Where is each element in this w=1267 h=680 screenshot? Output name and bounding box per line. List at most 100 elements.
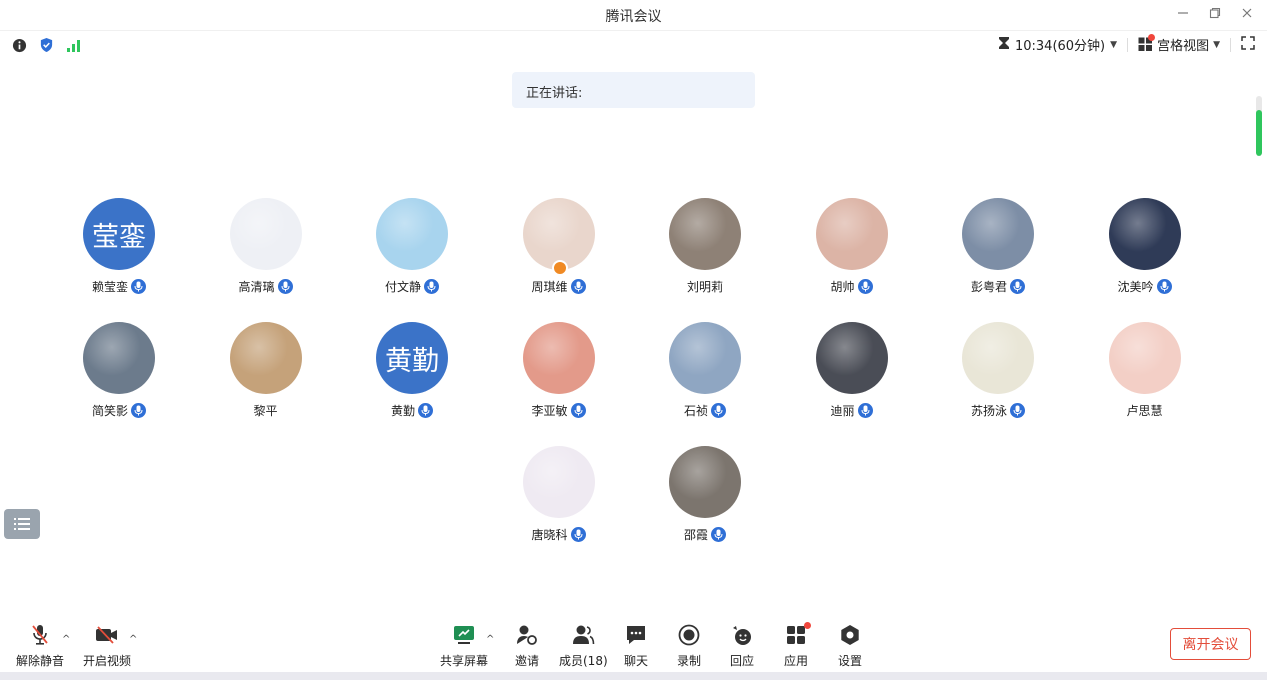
chevron-down-icon: ▼: [1110, 39, 1118, 50]
status-bar: 10:34(60分钟) ▼ 宫格视图 ▼: [0, 30, 1267, 58]
participant-name: 简笑影: [91, 403, 128, 418]
participant-row: 唐晓科 邵霞: [46, 446, 1222, 570]
unmute-label: 解除静音: [16, 654, 65, 668]
participant-name: 付文静: [384, 279, 421, 294]
mic-status-icon: [424, 278, 439, 294]
invite-user-icon: [516, 624, 538, 646]
settings-button[interactable]: 设置: [838, 624, 862, 669]
minimize-icon[interactable]: [1175, 4, 1191, 22]
participant-avatar: [1108, 198, 1181, 270]
participant-tile[interactable]: 简笑影: [46, 322, 192, 418]
status-right: 10:34(60分钟) ▼ 宫格视图 ▼: [998, 34, 1255, 54]
fullscreen-icon[interactable]: [1241, 35, 1255, 54]
reaction-label: 回应: [730, 654, 755, 668]
participant-tile[interactable]: 苏扬泳: [925, 322, 1071, 418]
participant-grid: 莹銮 赖莹銮 高清璃 付文静 周琪维 刘明莉 胡帅 彭粤君 沈美吟简笑影 黎平 黄勤 黄勤李亚敏 石祯 迪…: [46, 198, 1222, 570]
participant-avatar: [815, 322, 888, 394]
members-label: 成员(18): [559, 654, 608, 668]
meeting-timer[interactable]: 10:34(60分钟) ▼: [998, 35, 1117, 54]
share-screen-button[interactable]: 共享屏幕: [440, 624, 488, 669]
participant-name: 刘明莉: [686, 279, 723, 294]
participant-avatar: [83, 322, 155, 394]
participant-name-row: 简笑影: [46, 402, 192, 418]
participant-tile[interactable]: 周琪维: [486, 198, 632, 294]
window-controls: [1175, 4, 1255, 22]
participant-tile[interactable]: 胡帅: [779, 198, 925, 294]
participant-tile[interactable]: 石祯: [632, 322, 778, 418]
notification-dot: [1148, 34, 1156, 41]
list-menu-button[interactable]: [4, 509, 40, 539]
participant-tile[interactable]: 莹銮 赖莹銮: [46, 198, 192, 294]
grid-view-icon: [1138, 34, 1156, 52]
participant-name-row: 卢思慧: [1072, 402, 1218, 418]
participant-tile[interactable]: 刘明莉: [632, 198, 778, 294]
reaction-button[interactable]: 回应: [730, 624, 754, 669]
close-icon[interactable]: [1239, 4, 1255, 22]
participant-avatar: 黄勤: [376, 322, 448, 394]
invite-button[interactable]: 邀请: [515, 624, 539, 669]
divider: [1230, 37, 1231, 52]
participant-tile[interactable]: 高清璃: [193, 198, 339, 294]
meeting-window: 腾讯会议 10:34(60分钟) ▼ 宫格视图 ▼ 正在讲话: 莹銮 赖莹銮 高…: [0, 0, 1267, 680]
participant-name: 邵霞: [683, 527, 708, 542]
restore-icon[interactable]: [1207, 4, 1223, 22]
participant-name: 胡帅: [830, 279, 855, 294]
list-icon: [14, 518, 30, 530]
participant-avatar: [229, 198, 302, 270]
participant-name-row: 沈美吟: [1072, 278, 1218, 294]
title-bar: 腾讯会议: [0, 0, 1267, 30]
members-button[interactable]: 成员(18): [559, 624, 608, 669]
chat-button[interactable]: 聊天: [624, 624, 648, 669]
chevron-up-icon[interactable]: ^: [486, 634, 494, 645]
participant-name-row: 周琪维: [486, 278, 632, 294]
chevron-up-icon[interactable]: ^: [62, 634, 70, 645]
chevron-down-icon: ▼: [1213, 39, 1220, 50]
participant-avatar: 莹銮: [83, 198, 155, 270]
participant-name: 迪丽: [830, 403, 855, 418]
apps-icon: [786, 622, 811, 646]
participant-tile[interactable]: 沈美吟: [1072, 198, 1218, 294]
share-screen-label: 共享屏幕: [440, 654, 489, 668]
mic-status-icon: [1010, 278, 1025, 294]
participant-name-row: 高清璃: [193, 278, 339, 294]
participant-name: 李亚敏: [531, 403, 568, 418]
share-screen-icon: [453, 624, 475, 646]
participant-tile[interactable]: 黄勤 黄勤: [339, 322, 485, 418]
start-video-label: 开启视频: [83, 654, 132, 668]
notification-dot: [804, 622, 811, 629]
participant-name-row: 彭粤君: [925, 278, 1071, 294]
start-video-button[interactable]: 开启视频: [83, 624, 131, 669]
info-icon[interactable]: [12, 38, 27, 57]
record-icon: [678, 624, 700, 646]
participant-tile[interactable]: 卢思慧: [1072, 322, 1218, 418]
participant-tile[interactable]: 迪丽: [779, 322, 925, 418]
unmute-button[interactable]: 解除静音: [16, 624, 64, 669]
mic-status-icon: [570, 526, 586, 542]
status-icons: [12, 37, 82, 57]
record-label: 录制: [677, 654, 702, 668]
mic-status-icon: [711, 402, 726, 418]
leave-meeting-button[interactable]: 离开会议: [1170, 628, 1251, 660]
mic-status-icon: [570, 278, 586, 294]
participant-row: 简笑影 黎平 黄勤 黄勤李亚敏 石祯 迪丽 苏扬泳 卢思慧: [46, 322, 1222, 446]
chevron-up-icon[interactable]: ^: [129, 634, 137, 645]
bottom-toolbar: 解除静音 ^ 开启视频 ^ 共享屏幕 ^ 邀请 成员(18) 聊天 录制 回应 …: [0, 618, 1267, 670]
participant-tile[interactable]: 付文静: [339, 198, 485, 294]
record-button[interactable]: 录制: [677, 624, 701, 669]
participant-tile[interactable]: 彭粤君: [925, 198, 1071, 294]
security-shield-icon[interactable]: [39, 37, 54, 57]
participant-avatar: [229, 322, 302, 394]
participant-tile[interactable]: 邵霞: [632, 446, 778, 542]
apps-button[interactable]: 应用: [784, 622, 811, 669]
members-icon: [571, 624, 595, 646]
participant-tile[interactable]: 黎平: [193, 322, 339, 418]
network-signal-icon[interactable]: [66, 38, 82, 57]
view-switcher[interactable]: 宫格视图 ▼: [1138, 34, 1220, 54]
mic-off-icon: [30, 624, 50, 646]
participant-name-row: 迪丽: [779, 402, 925, 418]
participant-tile[interactable]: 唐晓科: [486, 446, 632, 542]
participant-row: 莹銮 赖莹銮 高清璃 付文静 周琪维 刘明莉 胡帅 彭粤君 沈美吟: [46, 198, 1222, 322]
participant-tile[interactable]: 李亚敏: [486, 322, 632, 418]
taskbar-strip: [0, 672, 1267, 680]
participant-name-row: 石祯: [632, 402, 778, 418]
